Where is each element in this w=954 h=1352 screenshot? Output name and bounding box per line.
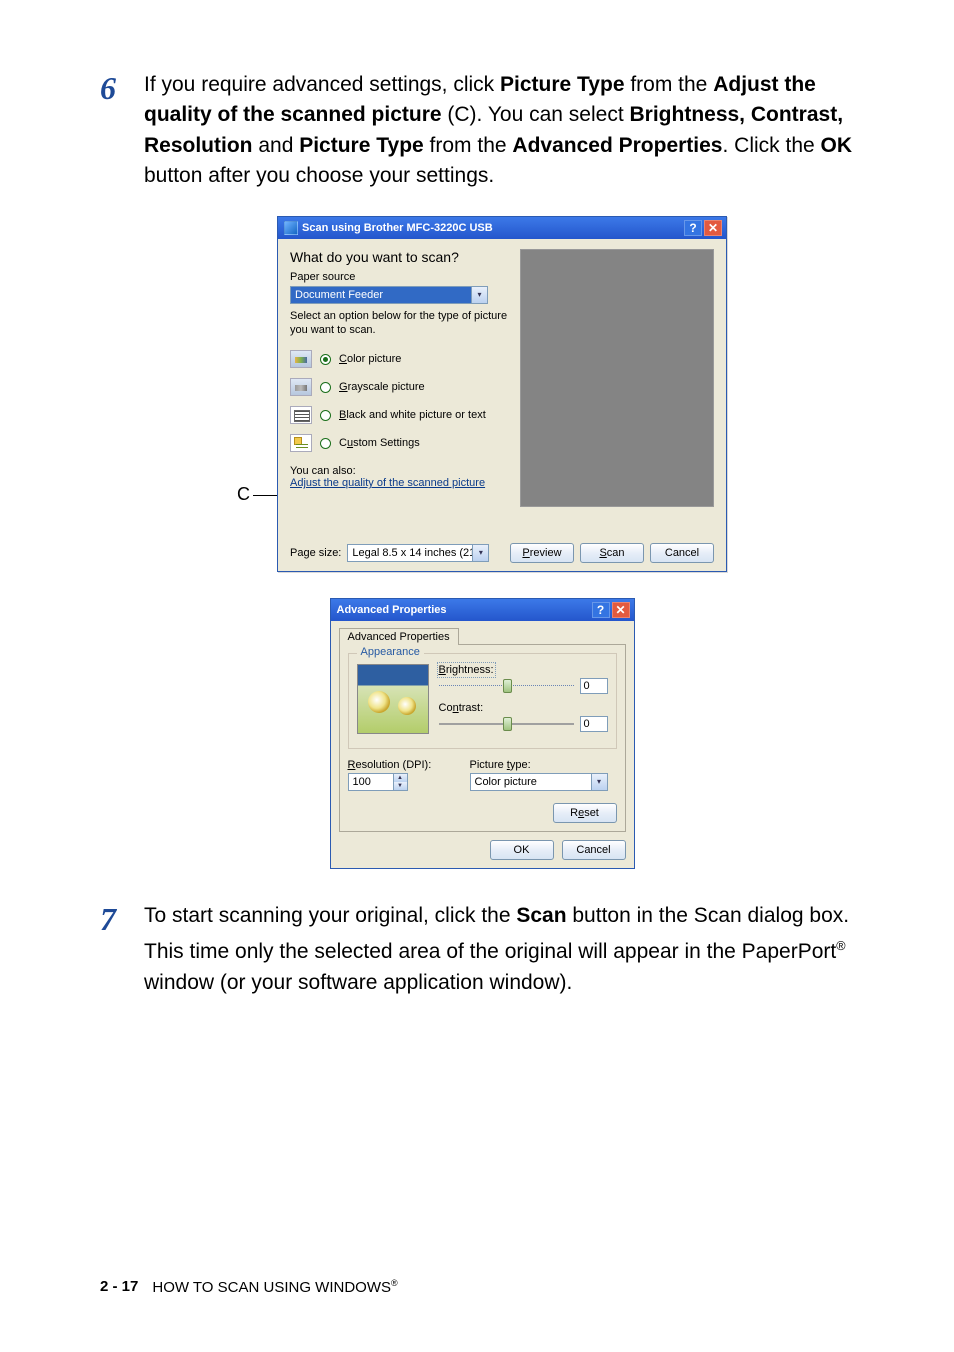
chevron-down-icon[interactable]: ▾ <box>472 545 488 561</box>
advanced-properties-dialog: Advanced Properties ? ✕ Advanced Propert… <box>330 598 635 869</box>
appearance-group-title: Appearance <box>357 646 424 658</box>
resolution-label: Resolution (DPI): <box>348 759 452 771</box>
radio-color[interactable] <box>320 354 331 365</box>
resolution-stepper[interactable]: 100 ▲▼ <box>348 773 408 791</box>
brightness-label: Brightness: <box>439 664 494 676</box>
option-custom-label: Custom Settings <box>339 437 420 449</box>
scan-question: What do you want to scan? <box>290 249 508 265</box>
option-bw[interactable]: Black and white picture or text <box>290 406 508 424</box>
contrast-value[interactable]: 0 <box>580 716 608 732</box>
appearance-thumbnail <box>357 664 429 734</box>
stepper-down-icon[interactable]: ▼ <box>393 782 407 790</box>
figures-container: C Scan using Brother MFC-3220C USB ? ✕ W… <box>100 216 864 869</box>
adv-dialog-title: Advanced Properties <box>337 604 588 616</box>
step-7-para2: This time only the selected area of the … <box>144 937 864 998</box>
scan-dialog-body: What do you want to scan? Paper source D… <box>278 239 726 571</box>
adjust-quality-link[interactable]: Adjust the quality of the scanned pictur… <box>290 477 508 489</box>
step-7-para1: To start scanning your original, click t… <box>144 901 864 931</box>
radio-bw[interactable] <box>320 410 331 421</box>
page-number: 2 - 17 <box>100 1278 138 1296</box>
brightness-slider[interactable] <box>439 679 574 693</box>
picture-type-label: Picture type: <box>470 759 617 771</box>
preview-button[interactable]: Preview <box>510 543 574 563</box>
you-can-also-label: You can also: <box>290 465 508 477</box>
ok-button[interactable]: OK <box>490 840 554 860</box>
step-6-body: If you require advanced settings, click … <box>144 70 864 192</box>
select-hint: Select an option below for the type of p… <box>290 310 508 338</box>
brightness-value[interactable]: 0 <box>580 678 608 694</box>
step-7-num: 7 <box>100 901 144 935</box>
scan-dialog-title: Scan using Brother MFC-3220C USB <box>302 222 680 234</box>
close-button[interactable]: ✕ <box>612 602 630 618</box>
picture-type-select[interactable]: Color picture ▾ <box>470 773 608 791</box>
tab-advanced-properties[interactable]: Advanced Properties <box>339 628 459 645</box>
paper-source-value: Document Feeder <box>291 287 471 303</box>
step-6: 6 If you require advanced settings, clic… <box>100 70 864 192</box>
option-bw-label: Black and white picture or text <box>339 409 486 421</box>
step-7: 7 To start scanning your original, click… <box>100 901 864 998</box>
appearance-group: Appearance Brightness: 0 <box>348 653 617 749</box>
callout-c-leader-line <box>253 495 277 496</box>
callout-c-label: C <box>237 484 250 505</box>
cancel-button[interactable]: Cancel <box>650 543 714 563</box>
contrast-slider[interactable] <box>439 717 574 731</box>
custom-settings-icon <box>290 434 312 452</box>
step-6-num: 6 <box>100 70 144 104</box>
page-size-value: Legal 8.5 x 14 inches (216 x 356 <box>348 545 472 561</box>
option-grayscale[interactable]: Grayscale picture <box>290 378 508 396</box>
radio-custom[interactable] <box>320 438 331 449</box>
scan-dialog-titlebar[interactable]: Scan using Brother MFC-3220C USB ? ✕ <box>278 217 726 239</box>
resolution-value: 100 <box>349 774 393 790</box>
help-button[interactable]: ? <box>592 602 610 618</box>
stepper-up-icon[interactable]: ▲ <box>393 774 407 782</box>
bw-picture-icon <box>290 406 312 424</box>
page-size-label: Page size: <box>290 547 341 559</box>
tab-pane: Appearance Brightness: 0 <box>339 644 626 832</box>
page-footer: 2 - 17 HOW TO SCAN USING WINDOWS® <box>100 1278 398 1296</box>
adv-dialog-titlebar[interactable]: Advanced Properties ? ✕ <box>331 599 634 621</box>
option-custom[interactable]: Custom Settings <box>290 434 508 452</box>
help-button[interactable]: ? <box>684 220 702 236</box>
you-can-also: You can also: Adjust the quality of the … <box>290 465 508 489</box>
reset-button[interactable]: Reset <box>553 803 617 823</box>
scan-dialog-wrap: C Scan using Brother MFC-3220C USB ? ✕ W… <box>237 216 727 572</box>
section-title: HOW TO SCAN USING WINDOWS® <box>152 1278 397 1296</box>
paper-source-select[interactable]: Document Feeder ▾ <box>290 286 488 304</box>
scan-dialog-icon <box>284 221 298 235</box>
grayscale-picture-icon <box>290 378 312 396</box>
chevron-down-icon[interactable]: ▾ <box>471 287 487 303</box>
contrast-label: Contrast: <box>439 702 608 714</box>
preview-area[interactable] <box>520 249 714 507</box>
color-picture-icon <box>290 350 312 368</box>
option-grayscale-label: Grayscale picture <box>339 381 425 393</box>
radio-grayscale[interactable] <box>320 382 331 393</box>
scan-button[interactable]: Scan <box>580 543 644 563</box>
cancel-button[interactable]: Cancel <box>562 840 626 860</box>
chevron-down-icon[interactable]: ▾ <box>591 774 607 790</box>
close-button[interactable]: ✕ <box>704 220 722 236</box>
option-color-label: Color picture <box>339 353 401 365</box>
picture-type-value: Color picture <box>471 774 591 790</box>
page-size-select[interactable]: Legal 8.5 x 14 inches (216 x 356 ▾ <box>347 544 489 562</box>
option-color[interactable]: Color picture <box>290 350 508 368</box>
stepper-buttons[interactable]: ▲▼ <box>393 774 407 790</box>
paper-source-label: Paper source <box>290 271 508 283</box>
scan-dialog: Scan using Brother MFC-3220C USB ? ✕ Wha… <box>277 216 727 572</box>
